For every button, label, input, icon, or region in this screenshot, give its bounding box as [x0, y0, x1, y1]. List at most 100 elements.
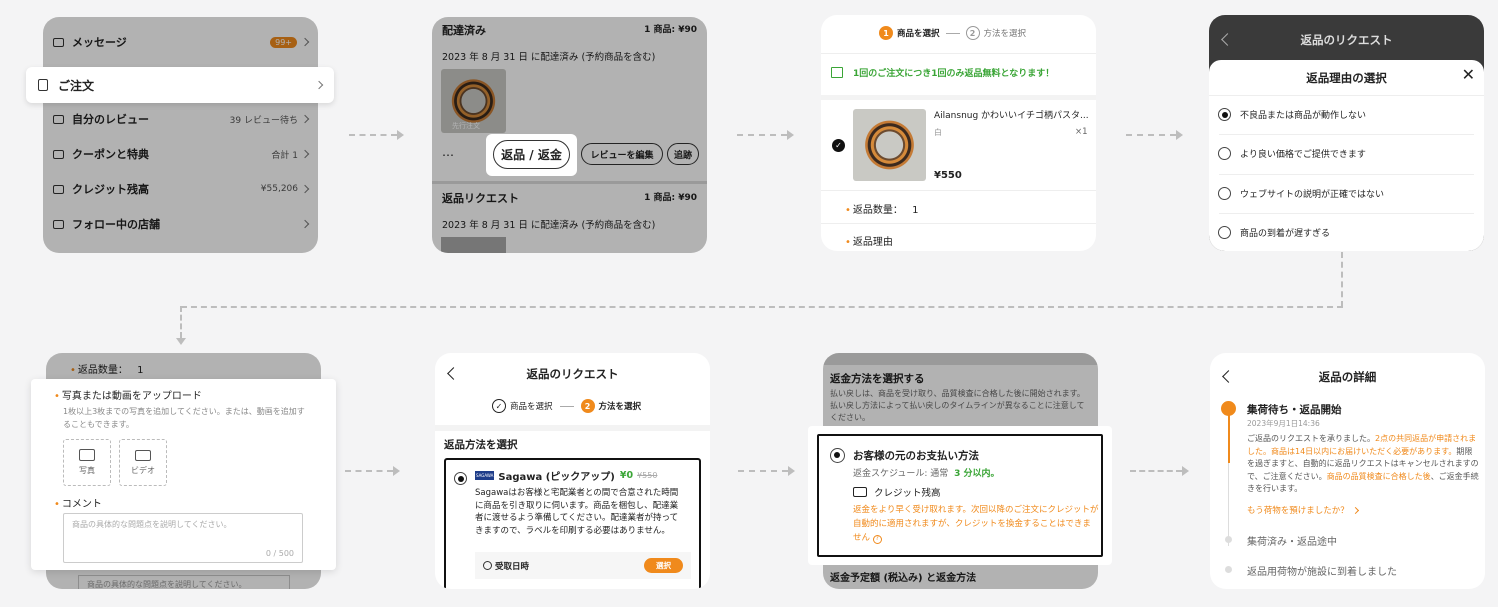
- step-connector: [559, 405, 574, 407]
- help-icon[interactable]: ?: [872, 534, 882, 544]
- menu-item-reviews[interactable]: 自分のレビュー 39 レビュー待ち: [43, 108, 318, 130]
- comment-box-behind: 商品の具体的な問題点を説明してください。: [78, 575, 290, 589]
- upload-description: 1枚以上3枚までの写真を追加してください。または、動画を追加することもできます。: [63, 407, 305, 429]
- step-2-number: 2: [580, 399, 595, 413]
- comment-title: • コメント: [54, 495, 102, 510]
- flow-arrow: [397, 130, 404, 140]
- menu-value: 合計 1: [271, 150, 298, 161]
- flow-connector: [1126, 134, 1176, 136]
- radio-unselected[interactable]: [1218, 226, 1231, 239]
- radio-unselected[interactable]: [1218, 147, 1231, 160]
- sagawa-option-card[interactable]: SAGAWA Sagawa (ピックアップ) ¥0 ¥550 Sagawaはお客…: [444, 458, 701, 589]
- refund-option-highlight: お客様の元のお支払い方法 返金スケジュール: 通常 3 分以内。 クレジット残高…: [808, 426, 1112, 565]
- return-refund-button[interactable]: 返品 / 返金: [493, 140, 570, 169]
- note-text: 返金をより早く受け取れます。次回以降のご注文にクレジットが自動的に適用されますが…: [853, 505, 1099, 543]
- upload-panel: • 写真または動画をアップロード 1枚以上3枚までの写真を追加してください。または…: [31, 379, 336, 570]
- message-highlight: 商品の品質検査に合格した後: [1326, 471, 1431, 481]
- menu-item-coupons[interactable]: クーポンと特典 合計 1: [43, 143, 318, 165]
- flow-arrow: [1176, 130, 1183, 140]
- section-delivered-header: 配達済み 1 商品: ¥90: [442, 22, 697, 38]
- close-icon[interactable]: ✕: [1462, 67, 1475, 83]
- screen-return-reason: 返品のリクエスト 返品理由の選択 ✕ 不良品または商品が動作しない より良い価格…: [1209, 15, 1484, 251]
- field-value: 1: [137, 365, 144, 376]
- return-quantity-row[interactable]: • 返品数量： 1: [845, 201, 918, 216]
- unread-badge: 99+: [270, 36, 297, 48]
- return-refund-highlight: 返品 / 返金: [486, 134, 577, 176]
- section-description: 払い戻しは、商品を受け取り、品質検査に合格した後に開始されます。払い戻し方法によ…: [830, 389, 1085, 422]
- radio-unselected[interactable]: [1218, 187, 1231, 200]
- reason-label: ウェブサイトの説明が正確ではない: [1240, 190, 1385, 200]
- reason-option[interactable]: 不良品または商品が動作しない: [1218, 108, 1366, 121]
- option-title: お客様の元のお支払い方法: [853, 450, 979, 462]
- required-mark: •: [845, 205, 851, 216]
- edit-review-button[interactable]: レビューを編集: [581, 143, 663, 165]
- product-quantity: ×1: [1075, 127, 1088, 137]
- preorder-caption: 先行注文: [452, 122, 480, 130]
- reason-option[interactable]: ウェブサイトの説明が正確ではない: [1218, 187, 1384, 200]
- banner-text: 1回のご注文につき1回のみ返品無料となります！: [853, 69, 1055, 79]
- pickup-label: 受取日時: [495, 561, 530, 572]
- original-payment-option[interactable]: お客様の元のお支払い方法 返金スケジュール: 通常 3 分以内。 クレジット残高…: [817, 434, 1103, 557]
- radio-selected[interactable]: [454, 472, 467, 485]
- schedule-label: 返金スケジュール: 通常: [853, 469, 949, 479]
- menu-item-messages[interactable]: メッセージ 99+: [43, 31, 318, 53]
- refund-amount-title: 返金予定額 (税込み) と返金方法: [830, 573, 977, 584]
- credit-label: クレジット残高: [874, 488, 941, 499]
- flow-connector: [345, 470, 393, 472]
- step-1-label: 商品を選択: [897, 29, 940, 39]
- section-title: 返金方法を選択する: [830, 373, 925, 385]
- menu-value: ¥55,206: [260, 184, 298, 194]
- reason-bottom-sheet: 返品理由の選択 ✕ 不良品または商品が動作しない より良い価格でご提供できます …: [1209, 60, 1484, 251]
- timeline-dot: [1225, 566, 1232, 573]
- reason-option[interactable]: 商品の到着が遅すぎる: [1218, 226, 1330, 239]
- flow-connector: [738, 470, 788, 472]
- refund-note: 返金をより早く受け取れます。次回以降のご注文にクレジットが自動的に適用されますが…: [853, 503, 1099, 545]
- section-title: 返品方法を選択: [444, 439, 518, 451]
- flow-arrow: [176, 338, 186, 345]
- placeholder-text: 商品の具体的な問題点を説明してください。: [87, 580, 247, 589]
- comment-textarea[interactable]: 商品の具体的な問題点を説明してください。 0 / 500: [63, 513, 303, 563]
- item-checkbox[interactable]: ✓: [832, 139, 845, 152]
- radio-selected[interactable]: [1218, 108, 1231, 121]
- divider: [821, 223, 1096, 224]
- section-title: 返品リクエスト: [442, 192, 519, 205]
- box-icon: [1221, 401, 1236, 416]
- store-icon: [53, 219, 64, 229]
- menu-item-followed-stores[interactable]: フォロー中の店舗: [43, 213, 318, 235]
- reason-label: より良い価格でご提供できます: [1240, 150, 1366, 160]
- chat-icon: [53, 37, 64, 47]
- flow-arrow: [787, 130, 794, 140]
- add-video-button[interactable]: ビデオ: [119, 439, 167, 486]
- add-photo-button[interactable]: 写真: [63, 439, 111, 486]
- dropped-off-link[interactable]: もう荷物を預けましたか？: [1247, 504, 1360, 516]
- review-icon: [53, 114, 64, 124]
- reason-option[interactable]: より良い価格でご提供できます: [1218, 147, 1366, 160]
- select-pickup-button[interactable]: 選択: [644, 558, 683, 573]
- track-button[interactable]: 追跡: [667, 143, 699, 165]
- return-quantity-row: • 返品数量： 1: [70, 361, 143, 376]
- radio-selected[interactable]: [830, 448, 845, 463]
- menu-item-credit[interactable]: クレジット残高 ¥55,206: [43, 178, 318, 200]
- flow-connector: [737, 134, 787, 136]
- step-2-label: 方法を選択: [983, 29, 1027, 39]
- status-time: 2023年9月1日14:36: [1247, 419, 1320, 428]
- required-mark: •: [845, 237, 851, 248]
- carrier-description: Sagawaはお客様と宅配業者との間で合意された時間に商品を引き取りに伺います。…: [475, 488, 679, 536]
- menu-label: クレジット残高: [72, 183, 149, 196]
- product-title: Ailansnug かわいいイチゴ柄パスタ...: [934, 111, 1089, 121]
- flow-connector: [1341, 252, 1343, 307]
- chevron-right-icon: [300, 219, 310, 229]
- flow-arrow: [1182, 466, 1189, 476]
- chevron-right-icon: [1352, 506, 1360, 515]
- message-highlight: 商品は14日以内にお届けいただく必要があります。: [1271, 446, 1457, 456]
- menu-value: 39 レビュー待ち: [229, 115, 298, 126]
- page-title: 返品のリクエスト: [1300, 33, 1393, 47]
- refund-schedule: 返金スケジュール: 通常 3 分以内。: [853, 466, 1000, 479]
- return-reason-row[interactable]: • 返品理由: [845, 233, 893, 248]
- more-icon[interactable]: …: [442, 145, 454, 159]
- product-image: [441, 237, 506, 253]
- menu-item-orders-highlight[interactable]: ご注文: [26, 67, 334, 103]
- field-label: 返品理由: [852, 237, 893, 248]
- page-title: 返品の詳細: [1318, 370, 1377, 384]
- section-return-header: 返品リクエスト 1 商品: ¥90: [442, 190, 697, 206]
